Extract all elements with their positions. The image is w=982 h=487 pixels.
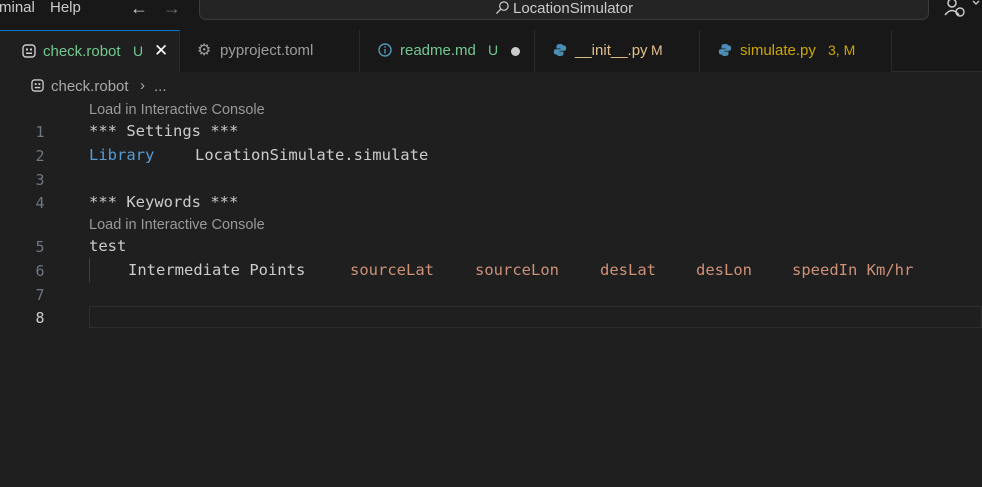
menu-help[interactable]: Help: [50, 0, 81, 18]
line-number: 2: [35, 147, 45, 165]
accounts-icon: [944, 0, 980, 17]
code-arg: desLat: [600, 261, 656, 279]
code-library-value: LocationSimulate.simulate: [195, 146, 429, 164]
git-untracked-badge: U: [133, 43, 144, 59]
code-line-1: *** Settings ***: [89, 122, 239, 140]
code-keyword-library: Library: [89, 146, 155, 164]
line-number: 4: [35, 194, 45, 212]
robot-file-icon: [31, 79, 44, 92]
menu-terminal[interactable]: minal: [0, 0, 35, 18]
robot-file-icon: [22, 44, 36, 58]
line-number-current: 8: [35, 309, 45, 327]
line-number: 3: [35, 171, 45, 189]
title-bar: minal Help ← → LocationSimulator: [0, 0, 982, 30]
tab-init-py[interactable]: __init__.py M: [535, 30, 700, 72]
python-icon: [718, 44, 732, 56]
info-icon: [378, 43, 392, 57]
code-line-4: *** Keywords ***: [89, 193, 239, 211]
code-keyword-call: Intermediate Points: [128, 261, 306, 279]
breadcrumb-symbols[interactable]: ...: [154, 78, 167, 95]
tab-check-robot[interactable]: check.robot U ✕: [0, 30, 180, 72]
code-arg: speedIn Km/hr: [792, 261, 914, 279]
command-center-search[interactable]: LocationSimulator: [199, 0, 929, 20]
search-icon: [495, 1, 509, 15]
code-line-5: test: [89, 237, 127, 255]
line-number: 5: [35, 238, 45, 256]
codelens-load-console[interactable]: Load in Interactive Console: [89, 217, 265, 233]
line-number: 1: [35, 123, 45, 141]
codelens-load-console[interactable]: Load in Interactive Console: [89, 102, 265, 118]
command-center-label-wrap: LocationSimulator: [495, 0, 633, 18]
line-number: 6: [35, 262, 45, 280]
unsaved-dot-icon[interactable]: [511, 47, 520, 56]
tab-label: __init__.py: [575, 42, 648, 59]
editor-tabs: check.robot U ✕ ⚙ pyproject.toml readme.…: [0, 30, 982, 72]
python-icon: [553, 44, 567, 56]
tab-label: check.robot: [43, 43, 121, 60]
code-arg: desLon: [696, 261, 752, 279]
breadcrumb: check.robot › ...: [0, 72, 982, 98]
indent-guide: [89, 258, 90, 282]
chevron-right-icon: ›: [140, 77, 145, 94]
line-number: 7: [35, 286, 45, 304]
breadcrumb-file[interactable]: check.robot: [51, 78, 129, 95]
code-arg: sourceLat: [350, 261, 434, 279]
accounts-menu[interactable]: [944, 0, 982, 18]
code-editor[interactable]: Load in Interactive Console 1 *** Settin…: [0, 98, 982, 487]
back-arrow-icon[interactable]: ←: [130, 0, 148, 19]
git-modified-badge: M: [651, 42, 663, 58]
current-line-highlight: [89, 306, 982, 328]
tab-pyproject-toml[interactable]: ⚙ pyproject.toml: [180, 30, 360, 72]
tab-label: simulate.py: [740, 42, 816, 59]
code-arg: sourceLon: [475, 261, 559, 279]
tab-label: readme.md: [400, 42, 476, 59]
forward-arrow-icon[interactable]: →: [163, 0, 181, 19]
problems-modified-badge: 3, M: [828, 42, 856, 58]
tab-simulate-py[interactable]: simulate.py 3, M: [700, 30, 892, 72]
gear-icon: ⚙: [197, 42, 212, 59]
tab-label: pyproject.toml: [220, 42, 314, 59]
git-untracked-badge: U: [488, 42, 499, 58]
command-center-label: LocationSimulator: [513, 0, 634, 17]
tab-readme-md[interactable]: readme.md U: [360, 30, 535, 72]
close-icon[interactable]: ✕: [154, 41, 168, 61]
